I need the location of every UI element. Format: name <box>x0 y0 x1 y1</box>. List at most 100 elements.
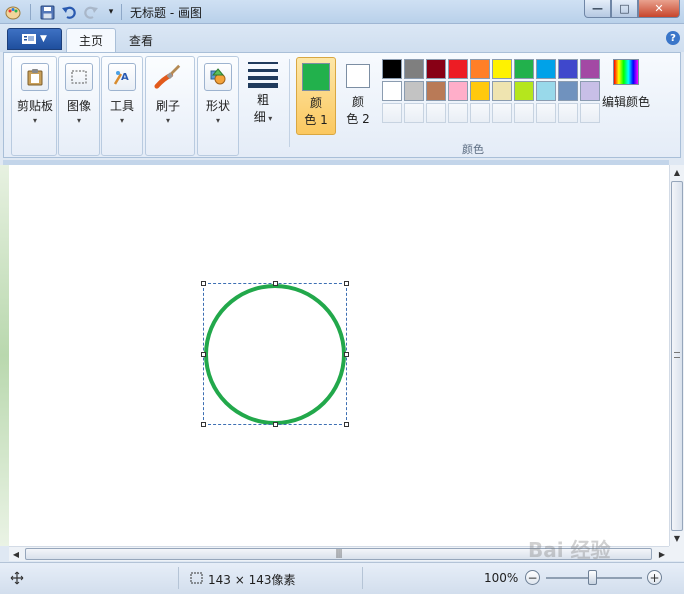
vertical-scroll-thumb[interactable] <box>671 181 683 531</box>
resize-handle-e[interactable] <box>344 352 349 357</box>
scroll-up-icon[interactable]: ▲ <box>670 165 684 180</box>
ribbon-home: 剪贴板 ▾ 图像 ▾ A 工具 ▾ 刷子 ▾ 形状 ▾ 粗 细 ▾ 颜 色 1 … <box>3 52 681 158</box>
custom-color-slot[interactable] <box>382 103 402 123</box>
palette-swatch[interactable] <box>558 59 578 79</box>
redo-icon[interactable] <box>82 3 100 21</box>
palette-swatch[interactable] <box>382 59 402 79</box>
chevron-down-icon: ▾ <box>215 116 220 125</box>
palette-swatch[interactable] <box>382 81 402 101</box>
custom-color-slot[interactable] <box>558 103 578 123</box>
custom-color-slot[interactable] <box>536 103 556 123</box>
palette-swatch[interactable] <box>558 81 578 101</box>
color2-label-1: 颜 <box>351 95 364 109</box>
tools-label: 工具 <box>109 99 134 113</box>
color2-button[interactable]: 颜 色 2 <box>338 57 378 135</box>
custom-color-slot[interactable] <box>580 103 600 123</box>
tab-view[interactable]: 查看 <box>117 28 165 52</box>
custom-color-slot[interactable] <box>404 103 424 123</box>
palette-swatch[interactable] <box>514 59 534 79</box>
resize-handle-se[interactable] <box>344 422 349 427</box>
paint-app-icon[interactable] <box>4 3 22 21</box>
paint-menu-button[interactable]: ▼ <box>7 28 62 50</box>
resize-handle-n[interactable] <box>273 281 278 286</box>
resize-handle-ne[interactable] <box>344 281 349 286</box>
palette-swatch[interactable] <box>404 59 424 79</box>
minimize-button[interactable]: — <box>584 0 611 18</box>
status-bar: 143 × 143像素 100% − + <box>0 562 684 594</box>
palette-swatch[interactable] <box>426 81 446 101</box>
scroll-right-icon[interactable]: ▶ <box>655 547 669 562</box>
custom-color-slot[interactable] <box>448 103 468 123</box>
select-icon <box>65 63 93 91</box>
clipboard-button[interactable]: 剪贴板 ▾ <box>17 63 53 125</box>
custom-color-slot[interactable] <box>426 103 446 123</box>
undo-icon[interactable] <box>60 3 78 21</box>
color2-swatch <box>346 64 370 88</box>
title-separator <box>121 4 122 20</box>
cursor-position-icon <box>10 571 24 588</box>
palette-swatch[interactable] <box>492 59 512 79</box>
selection-size-icon <box>190 572 203 587</box>
vertical-scrollbar[interactable]: ▲ ▼ <box>669 165 684 546</box>
customize-quick-access-icon[interactable]: ▾ <box>102 3 120 21</box>
palette-swatch[interactable] <box>492 81 512 101</box>
palette-swatch[interactable] <box>426 59 446 79</box>
scrollbar-corner <box>669 546 684 561</box>
resize-handle-nw[interactable] <box>201 281 206 286</box>
line-width-icon <box>248 62 278 88</box>
color1-button[interactable]: 颜 色 1 <box>296 57 336 135</box>
help-icon[interactable]: ? <box>666 31 680 45</box>
tools-group: A 工具 ▾ <box>101 56 143 156</box>
selection-size-readout: 143 × 143像素 <box>208 573 296 587</box>
color-palette <box>382 59 600 123</box>
clipboard-icon <box>21 63 49 91</box>
palette-swatch[interactable] <box>448 59 468 79</box>
custom-color-slot[interactable] <box>470 103 490 123</box>
tools-button[interactable]: A 工具 ▾ <box>108 63 136 125</box>
zoom-in-button[interactable]: + <box>647 570 662 585</box>
brushes-label: 刷子 <box>155 99 180 113</box>
resize-handle-s[interactable] <box>273 422 278 427</box>
brushes-button[interactable]: 刷子 ▾ <box>154 63 182 125</box>
shapes-button[interactable]: 形状 ▾ <box>204 63 232 125</box>
save-icon[interactable] <box>38 3 56 21</box>
zoom-out-button[interactable]: − <box>525 570 540 585</box>
resize-handle-sw[interactable] <box>201 422 206 427</box>
custom-color-slot[interactable] <box>514 103 534 123</box>
palette-swatch[interactable] <box>514 81 534 101</box>
edit-colors-button[interactable]: 编辑颜色 <box>602 59 650 110</box>
title-bar: ▾ 无标题 - 画图 — □ ✕ <box>0 0 684 24</box>
color1-label-1: 颜 <box>309 96 322 110</box>
ribbon-tab-row: ▼ 主页 查看 ? <box>0 24 684 52</box>
scroll-left-icon[interactable]: ◀ <box>9 547 23 562</box>
palette-swatch[interactable] <box>536 59 556 79</box>
drawing-canvas[interactable] <box>9 165 669 546</box>
canvas-workspace <box>3 160 669 546</box>
shape-selection-box[interactable] <box>201 281 349 427</box>
zoom-slider-thumb[interactable] <box>588 570 597 585</box>
chevron-down-icon: ▾ <box>76 116 81 125</box>
tools-icon: A <box>108 63 136 91</box>
color1-swatch <box>302 63 330 91</box>
scroll-down-icon[interactable]: ▼ <box>670 531 684 546</box>
palette-swatch[interactable] <box>536 81 556 101</box>
palette-swatch[interactable] <box>470 59 490 79</box>
image-button[interactable]: 图像 ▾ <box>65 63 93 125</box>
chevron-down-icon: ▾ <box>265 114 273 123</box>
tab-home[interactable]: 主页 <box>66 28 117 52</box>
custom-color-slot[interactable] <box>492 103 512 123</box>
chevron-down-icon: ▼ <box>40 34 47 44</box>
palette-swatch[interactable] <box>448 81 468 101</box>
palette-swatch[interactable] <box>404 81 424 101</box>
menu-icon <box>22 34 37 44</box>
size-button[interactable]: 粗 细 ▾ <box>246 60 280 127</box>
palette-swatch[interactable] <box>580 59 600 79</box>
maximize-button[interactable]: □ <box>611 0 638 18</box>
quick-access-separator <box>30 4 31 20</box>
close-button[interactable]: ✕ <box>638 0 680 18</box>
palette-swatch[interactable] <box>580 81 600 101</box>
size-label-2: 细 <box>253 110 266 124</box>
image-group: 图像 ▾ <box>58 56 100 156</box>
resize-handle-w[interactable] <box>201 352 206 357</box>
palette-swatch[interactable] <box>470 81 490 101</box>
